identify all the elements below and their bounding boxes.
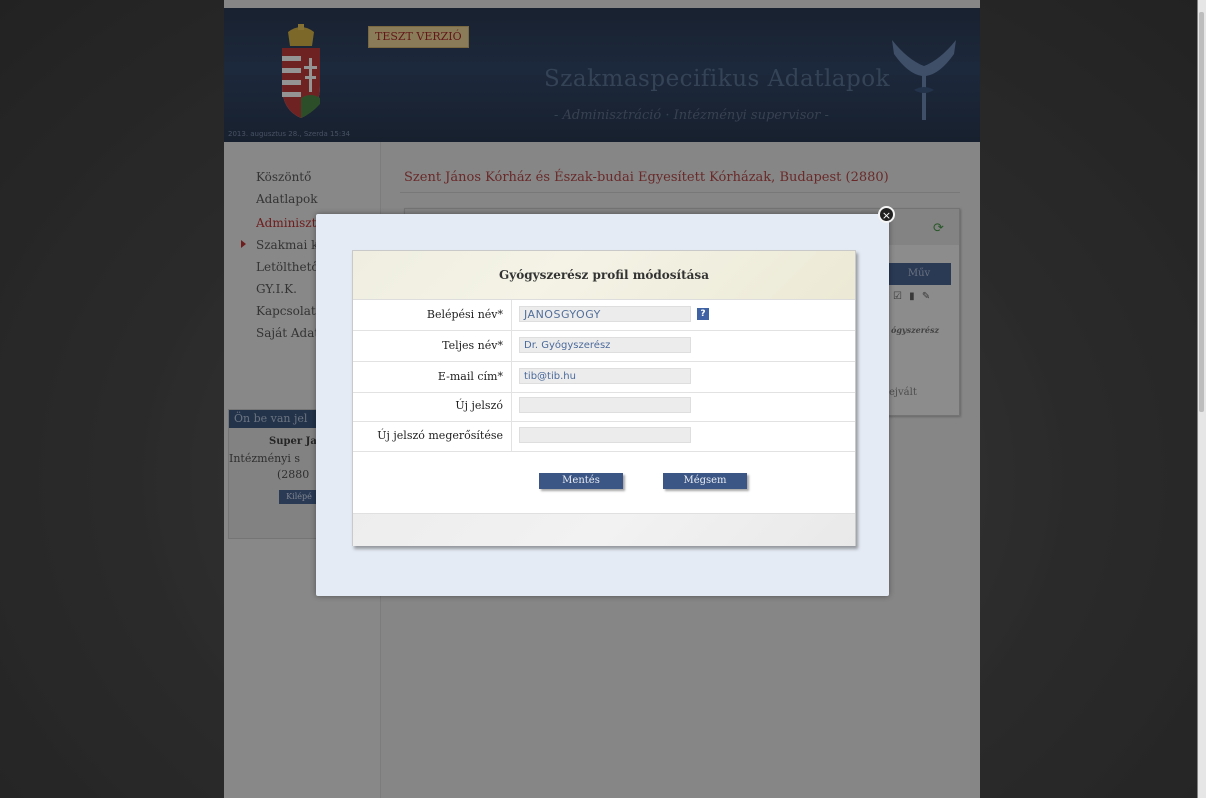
page-scrollbar[interactable]: [1197, 0, 1206, 798]
form-row-new-password: Új jelszó: [353, 391, 855, 422]
email-field[interactable]: tib@tib.hu: [519, 368, 691, 384]
form-row-login-name: Belépési név* JANOSGYOGY ?: [353, 300, 855, 331]
full-name-label: Teljes név*: [353, 331, 512, 361]
new-password-field[interactable]: [519, 397, 691, 413]
login-name-field[interactable]: JANOSGYOGY: [519, 306, 691, 322]
cancel-button[interactable]: Mégsem: [663, 473, 747, 489]
form-row-full-name: Teljes név* Dr. Gyógyszerész: [353, 331, 855, 362]
login-name-label: Belépési név*: [353, 300, 512, 330]
save-button[interactable]: Mentés: [539, 473, 623, 489]
full-name-field[interactable]: Dr. Gyógyszerész: [519, 337, 691, 353]
close-icon[interactable]: ×: [878, 206, 895, 223]
dialog-title: Gyógyszerész profil módosítása: [499, 268, 709, 282]
confirm-password-field[interactable]: [519, 427, 691, 443]
email-label: E-mail cím*: [353, 362, 512, 392]
dialog-footer: [353, 513, 855, 546]
dialog-header: Gyógyszerész profil módosítása: [353, 251, 855, 300]
scrollbar-thumb[interactable]: [1199, 12, 1204, 412]
confirm-password-label: Új jelszó megerősítése: [353, 421, 512, 451]
profile-edit-dialog: Gyógyszerész profil módosítása Belépési …: [352, 250, 856, 546]
form-row-confirm-password: Új jelszó megerősítése: [353, 421, 855, 452]
form-row-email: E-mail cím* tib@tib.hu: [353, 362, 855, 393]
help-icon[interactable]: ?: [697, 308, 709, 320]
new-password-label: Új jelszó: [353, 391, 512, 421]
